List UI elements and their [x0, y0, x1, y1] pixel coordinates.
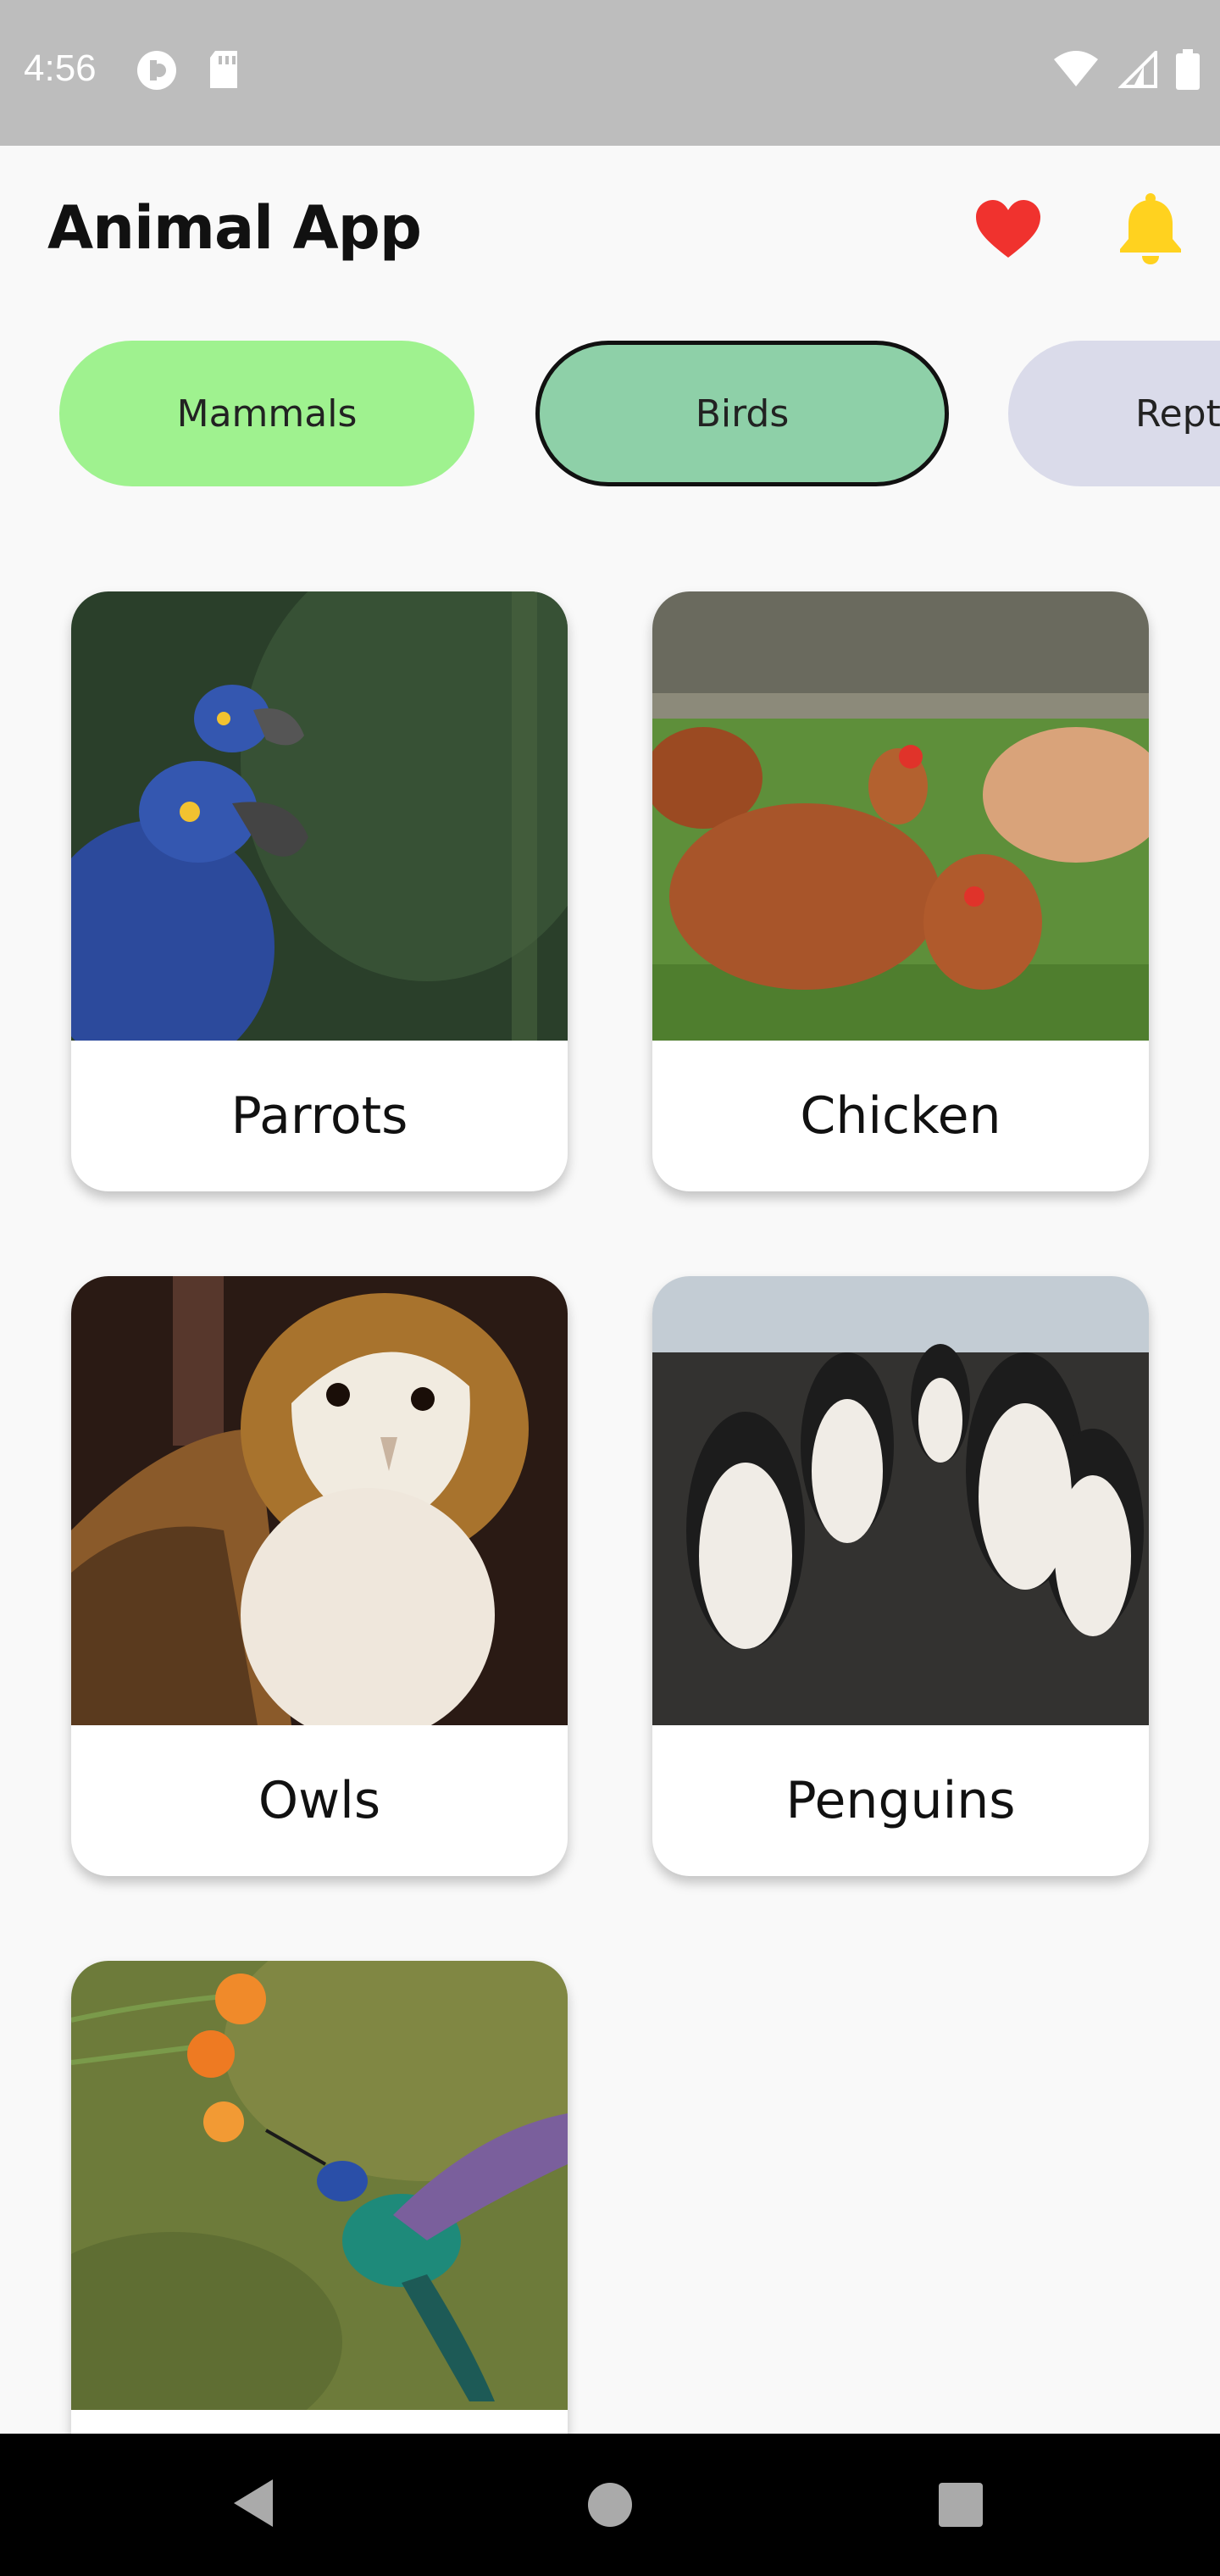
category-label: Reptiles: [1135, 391, 1220, 436]
penguins-image: [652, 1276, 1149, 1725]
animal-card-parrots[interactable]: Parrots: [71, 591, 568, 1191]
sim-card-icon: [210, 51, 237, 88]
owls-image: [71, 1276, 568, 1725]
notifications-button[interactable]: [1117, 193, 1184, 266]
animal-card-penguins[interactable]: Penguins: [652, 1276, 1149, 1876]
system-nav-bar: [0, 2434, 1220, 2576]
animal-card-label: Parrots: [230, 1086, 408, 1146]
animal-card-label: Penguins: [785, 1771, 1016, 1830]
dnd-icon: [137, 51, 176, 90]
hummingbird-image: [71, 1961, 568, 2410]
animal-card-chicken[interactable]: Chicken: [652, 591, 1149, 1191]
category-chip-birds[interactable]: Birds: [535, 341, 949, 486]
chicken-image: [652, 591, 1149, 1041]
heart-icon: [976, 200, 1040, 258]
category-tabs: Mammals Birds Reptiles: [0, 341, 1220, 490]
recents-icon[interactable]: [939, 2483, 983, 2527]
category-chip-mammals[interactable]: Mammals: [59, 341, 474, 486]
category-label: Birds: [695, 391, 790, 436]
favorites-button[interactable]: [974, 197, 1042, 264]
parrots-image: [71, 591, 568, 1041]
home-icon[interactable]: [588, 2483, 632, 2527]
animal-card-label: Owls: [258, 1771, 381, 1830]
animal-card-owls[interactable]: Owls: [71, 1276, 568, 1876]
page-title: Animal App: [47, 193, 422, 263]
animal-card-label: Chicken: [800, 1086, 1001, 1146]
status-bar: 4:56: [0, 0, 1220, 146]
cell-signal-icon: [1118, 51, 1157, 88]
category-label: Mammals: [176, 391, 358, 436]
bell-icon: [1120, 193, 1181, 264]
wifi-icon: [1054, 51, 1098, 86]
battery-icon: [1176, 49, 1200, 90]
category-chip-reptiles[interactable]: Reptiles: [1008, 341, 1220, 486]
back-icon[interactable]: [230, 2478, 278, 2529]
status-time: 4:56: [24, 47, 97, 89]
animal-card-hummingbirds[interactable]: [71, 1961, 568, 2435]
app-bar: Animal App: [0, 146, 1220, 315]
